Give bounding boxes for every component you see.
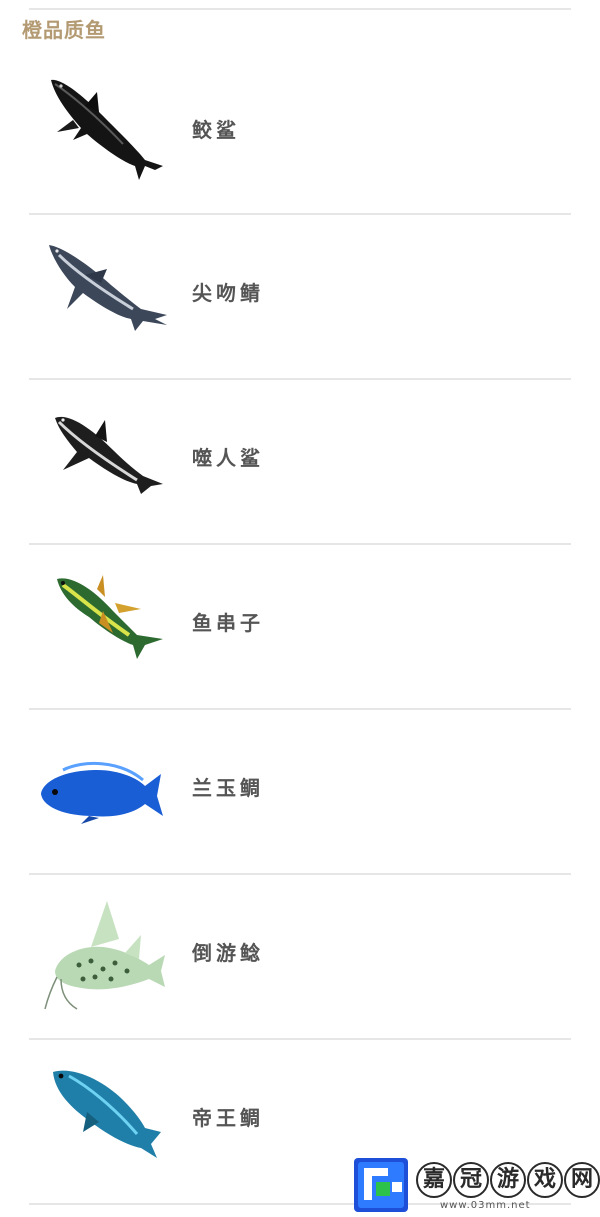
site-name-char: 网: [564, 1162, 600, 1198]
fish-list: 鲛鲨 尖吻鲭 噬人鲨 鱼串子 兰玉鲷 倒游鲶 帝王鲷: [29, 52, 571, 1205]
list-item: 倒游鲶: [29, 875, 571, 1040]
list-item: 鱼串子: [29, 545, 571, 710]
site-name-char: 嘉: [416, 1162, 452, 1198]
site-name-char: 冠: [453, 1162, 489, 1198]
site-watermark: 嘉冠游戏网 www.03mm.net: [354, 1158, 600, 1214]
emperor-cichlid-icon: [33, 1050, 173, 1190]
spotted-catfish-icon: [33, 885, 173, 1025]
top-divider: [29, 8, 571, 10]
site-name-char: 游: [490, 1162, 526, 1198]
mako-shark-icon: [33, 62, 173, 202]
list-item: 噬人鲨: [29, 380, 571, 545]
shortfin-shark-icon: [33, 225, 173, 365]
list-item: 尖吻鲭: [29, 215, 571, 380]
fish-name: 帝王鲷: [192, 1106, 264, 1130]
fish-name: 噬人鲨: [192, 446, 264, 470]
site-logo-icon: [354, 1158, 408, 1212]
fish-name: 尖吻鲭: [192, 281, 264, 305]
fish-name: 倒游鲶: [192, 941, 264, 965]
fish-name: 兰玉鲷: [192, 776, 264, 800]
section-title: 橙品质鱼: [22, 18, 106, 42]
site-name-char: 戏: [527, 1162, 563, 1198]
site-url: www.03mm.net: [440, 1200, 531, 1211]
fish-name: 鲛鲨: [192, 118, 240, 142]
fish-name: 鱼串子: [192, 611, 264, 635]
list-item: 兰玉鲷: [29, 710, 571, 875]
list-item: 鲛鲨: [29, 52, 571, 215]
site-name: 嘉冠游戏网: [416, 1162, 600, 1198]
blue-cichlid-icon: [33, 720, 173, 860]
yellowfin-tuna-icon: [33, 555, 173, 695]
great-white-shark-icon: [33, 390, 173, 530]
